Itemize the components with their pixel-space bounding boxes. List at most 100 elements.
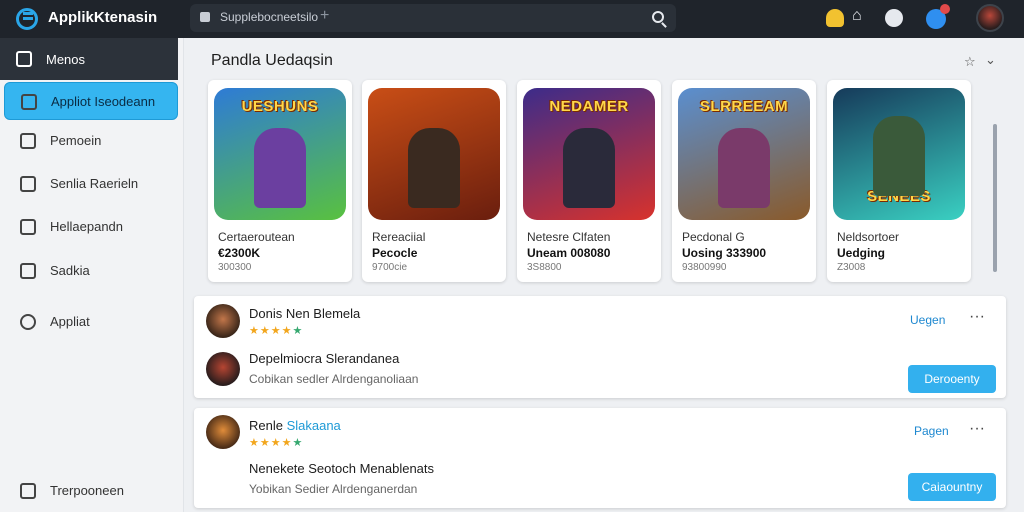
more-options-icon[interactable]: ··· [969, 308, 985, 326]
sidebar-item-label: Pemoein [50, 133, 102, 148]
sidebar-item-menu[interactable]: Menos [0, 38, 178, 80]
character-figure [718, 128, 770, 208]
sidebar-item-label: Senlia Raerieln [50, 176, 139, 191]
carousel-scrollbar[interactable] [993, 124, 997, 272]
game-name: Pecdonal G [682, 230, 745, 244]
sidebar-item-label: Appliat [50, 314, 90, 329]
follow-link[interactable]: Uegen [910, 313, 945, 327]
game-card[interactable]: UESHUNS Certaeroutean €2300K 300300 [208, 80, 352, 282]
game-banner-text: SLRREEAM [699, 98, 789, 115]
game-banner-text: UESHUNS [241, 98, 319, 115]
grid-icon [20, 263, 36, 279]
game-thumbnail: SLRREEAM [678, 88, 810, 220]
game-price: Pecocle [372, 246, 418, 260]
item-description: Cobikan sedler Alrdenganoliaan [249, 372, 419, 386]
app-title: ApplikKtenasin [48, 9, 158, 26]
menu-icon [16, 51, 32, 67]
item-title[interactable]: Depelmiocra Slerandanea [249, 351, 399, 366]
character-figure [408, 128, 460, 208]
more-options-icon[interactable]: ··· [969, 420, 985, 438]
game-card[interactable]: NEDAMER Netesre Clfaten Uneam 008080 3S8… [517, 80, 661, 282]
sidebar-item-label: Menos [46, 52, 86, 67]
game-price: €2300K [218, 246, 261, 260]
sidebar-item-pemoein[interactable]: Pemoein [4, 122, 178, 160]
reviewer-name-highlight: Slakaana [286, 418, 341, 433]
game-banner-text: NEDAMER [549, 98, 629, 115]
game-name: Neldsortoer [837, 230, 900, 244]
review-panel: Donis Nen Blemela ★★★★★ Uegen ··· Depelm… [194, 296, 1006, 398]
app-logo-icon[interactable] [16, 8, 38, 30]
rating-stars: ★★★★★ [249, 436, 303, 449]
review-panel: Renle Slakaana ★★★★★ Pagen ··· Nenekete … [194, 408, 1006, 508]
rating-stars-filled: ★★★★ [249, 437, 293, 449]
game-price: Uedging [837, 246, 885, 260]
game-meta: 9700cie [372, 262, 408, 273]
shield-icon [20, 314, 36, 330]
avatar[interactable] [206, 352, 240, 386]
page-link[interactable]: Pagen [914, 424, 949, 438]
notification-bell-icon[interactable] [826, 9, 844, 27]
action-button[interactable]: Caiaountny [908, 473, 996, 501]
game-card[interactable]: SENEES Neldsortoer Uedging Z3008 [827, 80, 971, 282]
game-thumbnail [368, 88, 500, 220]
game-card[interactable]: SLRREEAM Pecdonal G Uosing 333900 938009… [672, 80, 816, 282]
item-title[interactable]: Nenekete Seotoch Menablenats [249, 461, 434, 476]
character-figure [254, 128, 306, 208]
chart-icon [20, 176, 36, 192]
lock-icon [200, 12, 210, 22]
emoji-icon[interactable] [885, 9, 903, 27]
game-price: Uosing 333900 [682, 246, 767, 260]
sidebar-item-senlia[interactable]: Senlia Raerieln [4, 165, 178, 203]
character-figure [563, 128, 615, 208]
rating-star-extra: ★ [292, 325, 304, 337]
sidebar-item-label: Appliot Iseodeann [51, 94, 156, 109]
address-text[interactable]: Supplebocneetsilo [220, 10, 318, 24]
sidebar-item-applications[interactable]: Appliot Iseodeann [4, 82, 178, 120]
sidebar-item-label: Hellaepandn [50, 219, 124, 234]
reviewer-name[interactable]: Renle Slakaana [249, 418, 341, 433]
sidebar-item-sadkia[interactable]: Sadkia [4, 252, 178, 290]
reviewer-name[interactable]: Donis Nen Blemela [249, 306, 360, 321]
new-tab-icon[interactable]: + [320, 7, 329, 25]
sidebar-item-hellaepandn[interactable]: Hellaepandn [4, 208, 178, 246]
reviewer-name-text: Renle [249, 418, 287, 433]
avatar[interactable] [206, 415, 240, 449]
game-name: Rereaciial [372, 230, 426, 244]
rating-star-extra: ★ [292, 437, 304, 449]
flag-icon [20, 483, 36, 499]
sidebar: Menos Appliot Iseodeann Pemoein Senlia R… [0, 38, 184, 512]
game-thumbnail: UESHUNS [214, 88, 346, 220]
sidebar-item-trerpooneen[interactable]: Trerpooneen [4, 472, 178, 510]
game-thumbnail: SENEES [833, 88, 965, 220]
game-thumbnail: NEDAMER [523, 88, 655, 220]
notification-badge [940, 4, 950, 14]
action-button[interactable]: Derooenty [908, 365, 996, 393]
pen-icon [20, 133, 36, 149]
game-price: Uneam 008080 [527, 246, 611, 260]
game-meta: 300300 [218, 262, 252, 273]
game-name: Netesre Clfaten [527, 230, 611, 244]
game-meta: 3S8800 [527, 262, 562, 273]
apps-icon [21, 94, 37, 110]
home-icon[interactable]: ⌂ [852, 7, 870, 25]
sidebar-item-label: Sadkia [50, 263, 90, 278]
game-card[interactable]: Rereaciial Pecocle 9700cie [362, 80, 506, 282]
character-figure [873, 116, 925, 196]
search-icon[interactable] [652, 11, 664, 23]
game-name: Certaeroutean [218, 230, 295, 244]
item-description: Yobikan Sedier Alrdenganerdan [249, 482, 418, 496]
chevron-down-icon[interactable]: ⌄ [985, 52, 996, 68]
address-bar[interactable]: Supplebocneetsilo + [190, 4, 676, 32]
game-meta: 93800990 [682, 262, 727, 273]
avatar[interactable] [206, 304, 240, 338]
user-avatar[interactable] [976, 4, 1004, 32]
sidebar-item-appliat[interactable]: Appliat [4, 303, 178, 341]
page-title: Pandla Uedaqsin [211, 52, 333, 69]
top-bar: ApplikKtenasin Supplebocneetsilo + ⌂ [0, 0, 1024, 38]
game-meta: Z3008 [837, 262, 866, 273]
rating-stars-filled: ★★★★ [249, 325, 293, 337]
sidebar-item-label: Trerpooneen [50, 483, 124, 498]
folder-icon [20, 219, 36, 235]
rating-stars: ★★★★★ [249, 324, 303, 337]
pin-icon[interactable]: ☆ [964, 54, 976, 70]
